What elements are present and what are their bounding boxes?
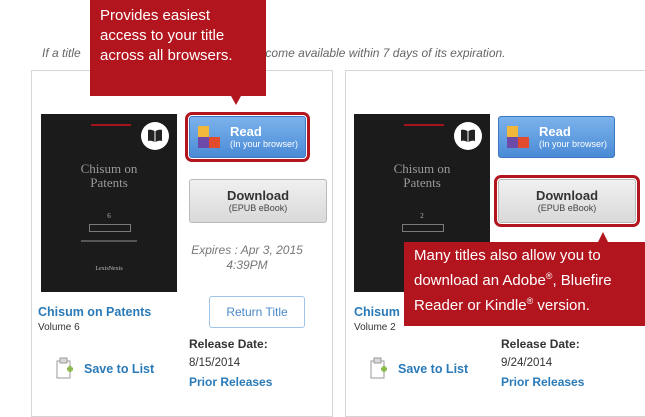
download-button[interactable]: Download (EPUB eBook) [494, 175, 640, 227]
expires-time: 4:39PM [226, 258, 268, 272]
book-title-link[interactable]: Chisum on Patents [38, 305, 151, 319]
return-title-button[interactable]: Return Title [209, 296, 305, 328]
book-icon [454, 122, 482, 150]
download-callout-pointer [598, 232, 608, 242]
cover-publisher: LexisNexis [95, 266, 123, 272]
read-callout: Provides easiest access to your title ac… [90, 0, 266, 96]
save-to-list-label: Save to List [398, 362, 469, 376]
save-to-list-label: Save to List [84, 362, 155, 376]
notice-prefix: If a title [42, 46, 81, 60]
prior-releases-link[interactable]: Prior Releases [189, 375, 272, 389]
download-label: Download [226, 188, 290, 203]
save-to-list-icon [370, 357, 387, 379]
read-sub: (In your browser) [230, 139, 299, 149]
expiration-text: Expires : Apr 3, 2015 4:39PM [182, 243, 312, 273]
book-cover-1[interactable]: Chisum on Patents 6 LexisNexis [41, 114, 177, 292]
save-to-list-button[interactable]: Save to List [54, 357, 154, 381]
cover-title: Chisum on Patents [393, 161, 451, 190]
release-date-label: Release Date: [501, 337, 580, 351]
expires-date: Expires : Apr 3, 2015 [191, 243, 303, 257]
release-date: 9/24/2014 [501, 357, 553, 369]
read-squares-icon [507, 126, 529, 148]
download-label: Download [535, 188, 599, 203]
title-card-1: Chisum on Patents 6 LexisNexis Read (In … [31, 70, 333, 417]
read-label: Read [230, 124, 262, 139]
download-callout-text-3: version. [533, 297, 590, 314]
read-sub: (In your browser) [539, 139, 608, 149]
read-callout-pointer [231, 96, 241, 105]
save-to-list-icon [56, 357, 73, 379]
book-title-link[interactable]: Chisum [354, 305, 400, 319]
download-sub: (EPUB eBook) [537, 203, 597, 213]
read-squares-icon [198, 126, 220, 148]
book-icon [141, 122, 169, 150]
book-volume: Volume 6 [38, 322, 80, 333]
save-to-list-button[interactable]: Save to List [368, 357, 468, 381]
read-button[interactable]: Read (In your browser) [498, 116, 615, 158]
book-volume: Volume 2 [354, 322, 396, 333]
cover-volume: 6 [107, 212, 111, 220]
download-button[interactable]: Download (EPUB eBook) [189, 179, 327, 223]
prior-releases-link[interactable]: Prior Releases [501, 375, 584, 389]
release-date-label: Release Date: [189, 337, 268, 351]
download-sub: (EPUB eBook) [228, 203, 288, 213]
cover-title: Chisum on Patents [80, 161, 138, 190]
read-button[interactable]: Read (In your browser) [185, 112, 310, 162]
cover-volume: 2 [420, 212, 424, 220]
release-date: 8/15/2014 [189, 357, 241, 369]
download-callout: Many titles also allow you to download a… [404, 242, 645, 326]
read-label: Read [539, 124, 571, 139]
